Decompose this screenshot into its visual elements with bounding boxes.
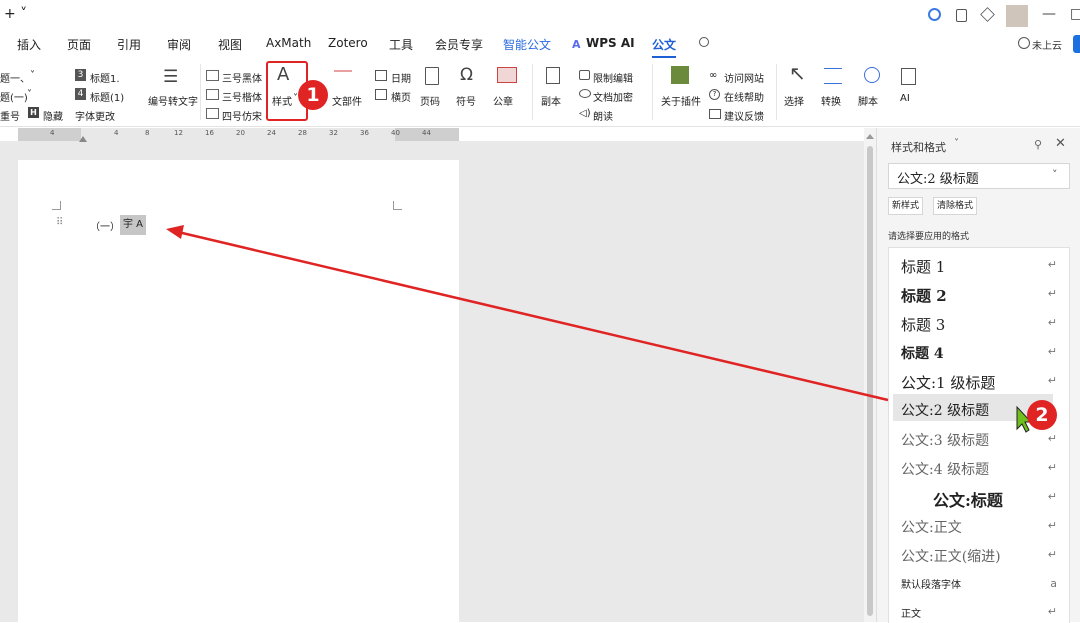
arrow-head xyxy=(166,225,184,239)
step-badge-2: 2 xyxy=(1027,400,1057,430)
arrow-line xyxy=(177,230,889,402)
annotation-arrow xyxy=(166,225,1033,433)
